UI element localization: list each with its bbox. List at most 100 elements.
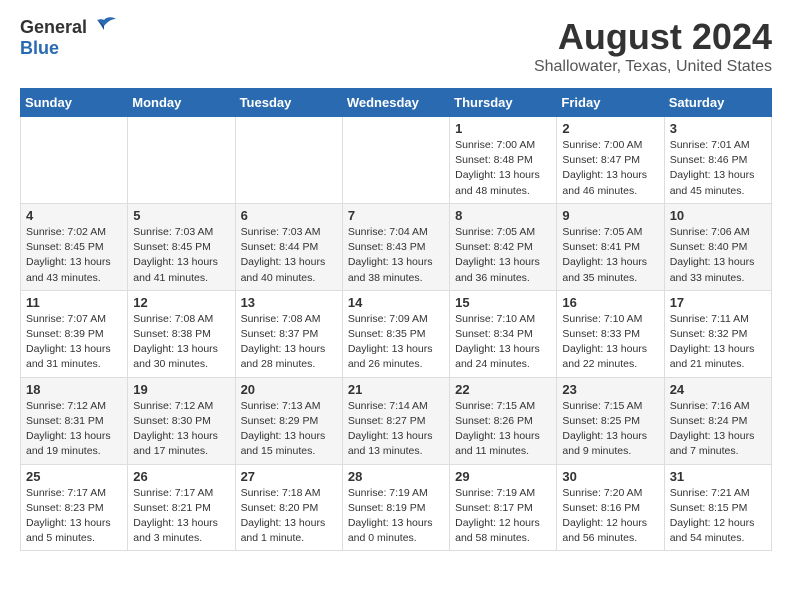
page-header: General Blue August 2024 Shallowater, Te… — [20, 16, 772, 76]
calendar-week-row: 18 Sunrise: 7:12 AMSunset: 8:31 PMDayligh… — [21, 377, 772, 464]
table-row: 28 Sunrise: 7:19 AMSunset: 8:19 PMDayligh… — [342, 464, 449, 551]
cell-day-number: 4 — [26, 208, 122, 223]
cell-day-number: 25 — [26, 469, 122, 484]
table-row: 29Sunrise: 7:19 AMSunset: 8:17 PMDayligh… — [450, 464, 557, 551]
cell-info: Sunrise: 7:08 AMSunset: 8:37 PMDaylight:… — [241, 312, 337, 373]
table-row — [128, 117, 235, 204]
cell-info: Sunrise: 7:08 AMSunset: 8:38 PMDaylight:… — [133, 312, 229, 373]
cell-day-number: 12 — [133, 295, 229, 310]
table-row: 5Sunrise: 7:03 AMSunset: 8:45 PMDaylight… — [128, 203, 235, 290]
col-tuesday: Tuesday — [235, 89, 342, 117]
table-row: 30 Sunrise: 7:20 AMSunset: 8:16 PMDayligh… — [557, 464, 664, 551]
cell-day-number: 2 — [562, 121, 658, 136]
cell-day-number: 23 — [562, 382, 658, 397]
cell-day-number: 26 — [133, 469, 229, 484]
table-row — [235, 117, 342, 204]
cell-day-number: 13 — [241, 295, 337, 310]
table-row: 1 Sunrise: 7:00 AMSunset: 8:48 PMDaylight… — [450, 117, 557, 204]
cell-info: Sunrise: 7:17 AMSunset: 8:21 PMDaylight:… — [133, 486, 229, 547]
cell-info: Sunrise: 7:20 AMSunset: 8:16 PMDaylight:… — [562, 486, 658, 547]
cell-day-number: 24 — [670, 382, 766, 397]
cell-day-number: 30 — [562, 469, 658, 484]
cell-day-number: 15 — [455, 295, 551, 310]
table-row: 31 Sunrise: 7:21 AMSunset: 8:15 PMDayligh… — [664, 464, 771, 551]
cell-day-number: 6 — [241, 208, 337, 223]
cell-info: Sunrise: 7:00 AMSunset: 8:48 PMDaylight:… — [455, 138, 551, 199]
cell-day-number: 16 — [562, 295, 658, 310]
cell-day-number: 22 — [455, 382, 551, 397]
table-row: 4 Sunrise: 7:02 AMSunset: 8:45 PMDaylight… — [21, 203, 128, 290]
cell-info: Sunrise: 7:09 AMSunset: 8:35 PMDaylight:… — [348, 312, 444, 373]
table-row: 24 Sunrise: 7:16 AMSunset: 8:24 PMDayligh… — [664, 377, 771, 464]
logo-bird-icon — [90, 16, 118, 38]
calendar-week-row: 1 Sunrise: 7:00 AMSunset: 8:48 PMDaylight… — [21, 117, 772, 204]
title-section: August 2024 Shallowater, Texas, United S… — [534, 16, 772, 76]
cell-day-number: 28 — [348, 469, 444, 484]
table-row: 13 Sunrise: 7:08 AMSunset: 8:37 PMDayligh… — [235, 290, 342, 377]
cell-info: Sunrise: 7:03 AMSunset: 8:45 PMDaylight:… — [133, 225, 229, 286]
calendar-week-row: 25 Sunrise: 7:17 AMSunset: 8:23 PMDayligh… — [21, 464, 772, 551]
cell-info: Sunrise: 7:21 AMSunset: 8:15 PMDaylight:… — [670, 486, 766, 547]
cell-info: Sunrise: 7:05 AMSunset: 8:42 PMDaylight:… — [455, 225, 551, 286]
table-row: 20Sunrise: 7:13 AMSunset: 8:29 PMDayligh… — [235, 377, 342, 464]
table-row — [21, 117, 128, 204]
col-saturday: Saturday — [664, 89, 771, 117]
cell-day-number: 10 — [670, 208, 766, 223]
cell-info: Sunrise: 7:05 AMSunset: 8:41 PMDaylight:… — [562, 225, 658, 286]
cell-info: Sunrise: 7:15 AMSunset: 8:26 PMDaylight:… — [455, 399, 551, 460]
cell-info: Sunrise: 7:06 AMSunset: 8:40 PMDaylight:… — [670, 225, 766, 286]
calendar-title: August 2024 — [534, 16, 772, 58]
table-row: 9 Sunrise: 7:05 AMSunset: 8:41 PMDaylight… — [557, 203, 664, 290]
cell-info: Sunrise: 7:02 AMSunset: 8:45 PMDaylight:… — [26, 225, 122, 286]
logo-general-text: General — [20, 17, 87, 38]
cell-day-number: 21 — [348, 382, 444, 397]
cell-info: Sunrise: 7:00 AMSunset: 8:47 PMDaylight:… — [562, 138, 658, 199]
cell-info: Sunrise: 7:01 AMSunset: 8:46 PMDaylight:… — [670, 138, 766, 199]
cell-info: Sunrise: 7:15 AMSunset: 8:25 PMDaylight:… — [562, 399, 658, 460]
table-row: 17Sunrise: 7:11 AMSunset: 8:32 PMDayligh… — [664, 290, 771, 377]
table-row: 15Sunrise: 7:10 AMSunset: 8:34 PMDayligh… — [450, 290, 557, 377]
cell-day-number: 20 — [241, 382, 337, 397]
table-row — [342, 117, 449, 204]
table-row: 14Sunrise: 7:09 AMSunset: 8:35 PMDayligh… — [342, 290, 449, 377]
logo: General Blue — [20, 16, 118, 59]
col-thursday: Thursday — [450, 89, 557, 117]
table-row: 19Sunrise: 7:12 AMSunset: 8:30 PMDayligh… — [128, 377, 235, 464]
cell-day-number: 7 — [348, 208, 444, 223]
table-row: 26 Sunrise: 7:17 AMSunset: 8:21 PMDayligh… — [128, 464, 235, 551]
calendar-week-row: 4 Sunrise: 7:02 AMSunset: 8:45 PMDaylight… — [21, 203, 772, 290]
table-row: 12 Sunrise: 7:08 AMSunset: 8:38 PMDayligh… — [128, 290, 235, 377]
cell-info: Sunrise: 7:18 AMSunset: 8:20 PMDaylight:… — [241, 486, 337, 547]
calendar-week-row: 11Sunrise: 7:07 AMSunset: 8:39 PMDayligh… — [21, 290, 772, 377]
cell-day-number: 19 — [133, 382, 229, 397]
table-row: 7Sunrise: 7:04 AMSunset: 8:43 PMDaylight… — [342, 203, 449, 290]
cell-day-number: 29 — [455, 469, 551, 484]
table-row: 18 Sunrise: 7:12 AMSunset: 8:31 PMDayligh… — [21, 377, 128, 464]
logo-blue-text: Blue — [20, 38, 59, 58]
cell-day-number: 31 — [670, 469, 766, 484]
table-row: 23 Sunrise: 7:15 AMSunset: 8:25 PMDayligh… — [557, 377, 664, 464]
table-row: 11Sunrise: 7:07 AMSunset: 8:39 PMDayligh… — [21, 290, 128, 377]
table-row: 3 Sunrise: 7:01 AMSunset: 8:46 PMDaylight… — [664, 117, 771, 204]
cell-day-number: 9 — [562, 208, 658, 223]
cell-day-number: 1 — [455, 121, 551, 136]
cell-info: Sunrise: 7:16 AMSunset: 8:24 PMDaylight:… — [670, 399, 766, 460]
cell-info: Sunrise: 7:12 AMSunset: 8:31 PMDaylight:… — [26, 399, 122, 460]
table-row: 6Sunrise: 7:03 AMSunset: 8:44 PMDaylight… — [235, 203, 342, 290]
table-row: 16Sunrise: 7:10 AMSunset: 8:33 PMDayligh… — [557, 290, 664, 377]
calendar-table: Sunday Monday Tuesday Wednesday Thursday… — [20, 88, 772, 551]
cell-info: Sunrise: 7:17 AMSunset: 8:23 PMDaylight:… — [26, 486, 122, 547]
col-friday: Friday — [557, 89, 664, 117]
cell-day-number: 18 — [26, 382, 122, 397]
table-row: 10 Sunrise: 7:06 AMSunset: 8:40 PMDayligh… — [664, 203, 771, 290]
table-row: 21Sunrise: 7:14 AMSunset: 8:27 PMDayligh… — [342, 377, 449, 464]
col-monday: Monday — [128, 89, 235, 117]
cell-day-number: 27 — [241, 469, 337, 484]
table-row: 22 Sunrise: 7:15 AMSunset: 8:26 PMDayligh… — [450, 377, 557, 464]
table-row: 27 Sunrise: 7:18 AMSunset: 8:20 PMDayligh… — [235, 464, 342, 551]
cell-info: Sunrise: 7:07 AMSunset: 8:39 PMDaylight:… — [26, 312, 122, 373]
cell-day-number: 3 — [670, 121, 766, 136]
cell-info: Sunrise: 7:11 AMSunset: 8:32 PMDaylight:… — [670, 312, 766, 373]
cell-info: Sunrise: 7:19 AMSunset: 8:19 PMDaylight:… — [348, 486, 444, 547]
col-wednesday: Wednesday — [342, 89, 449, 117]
